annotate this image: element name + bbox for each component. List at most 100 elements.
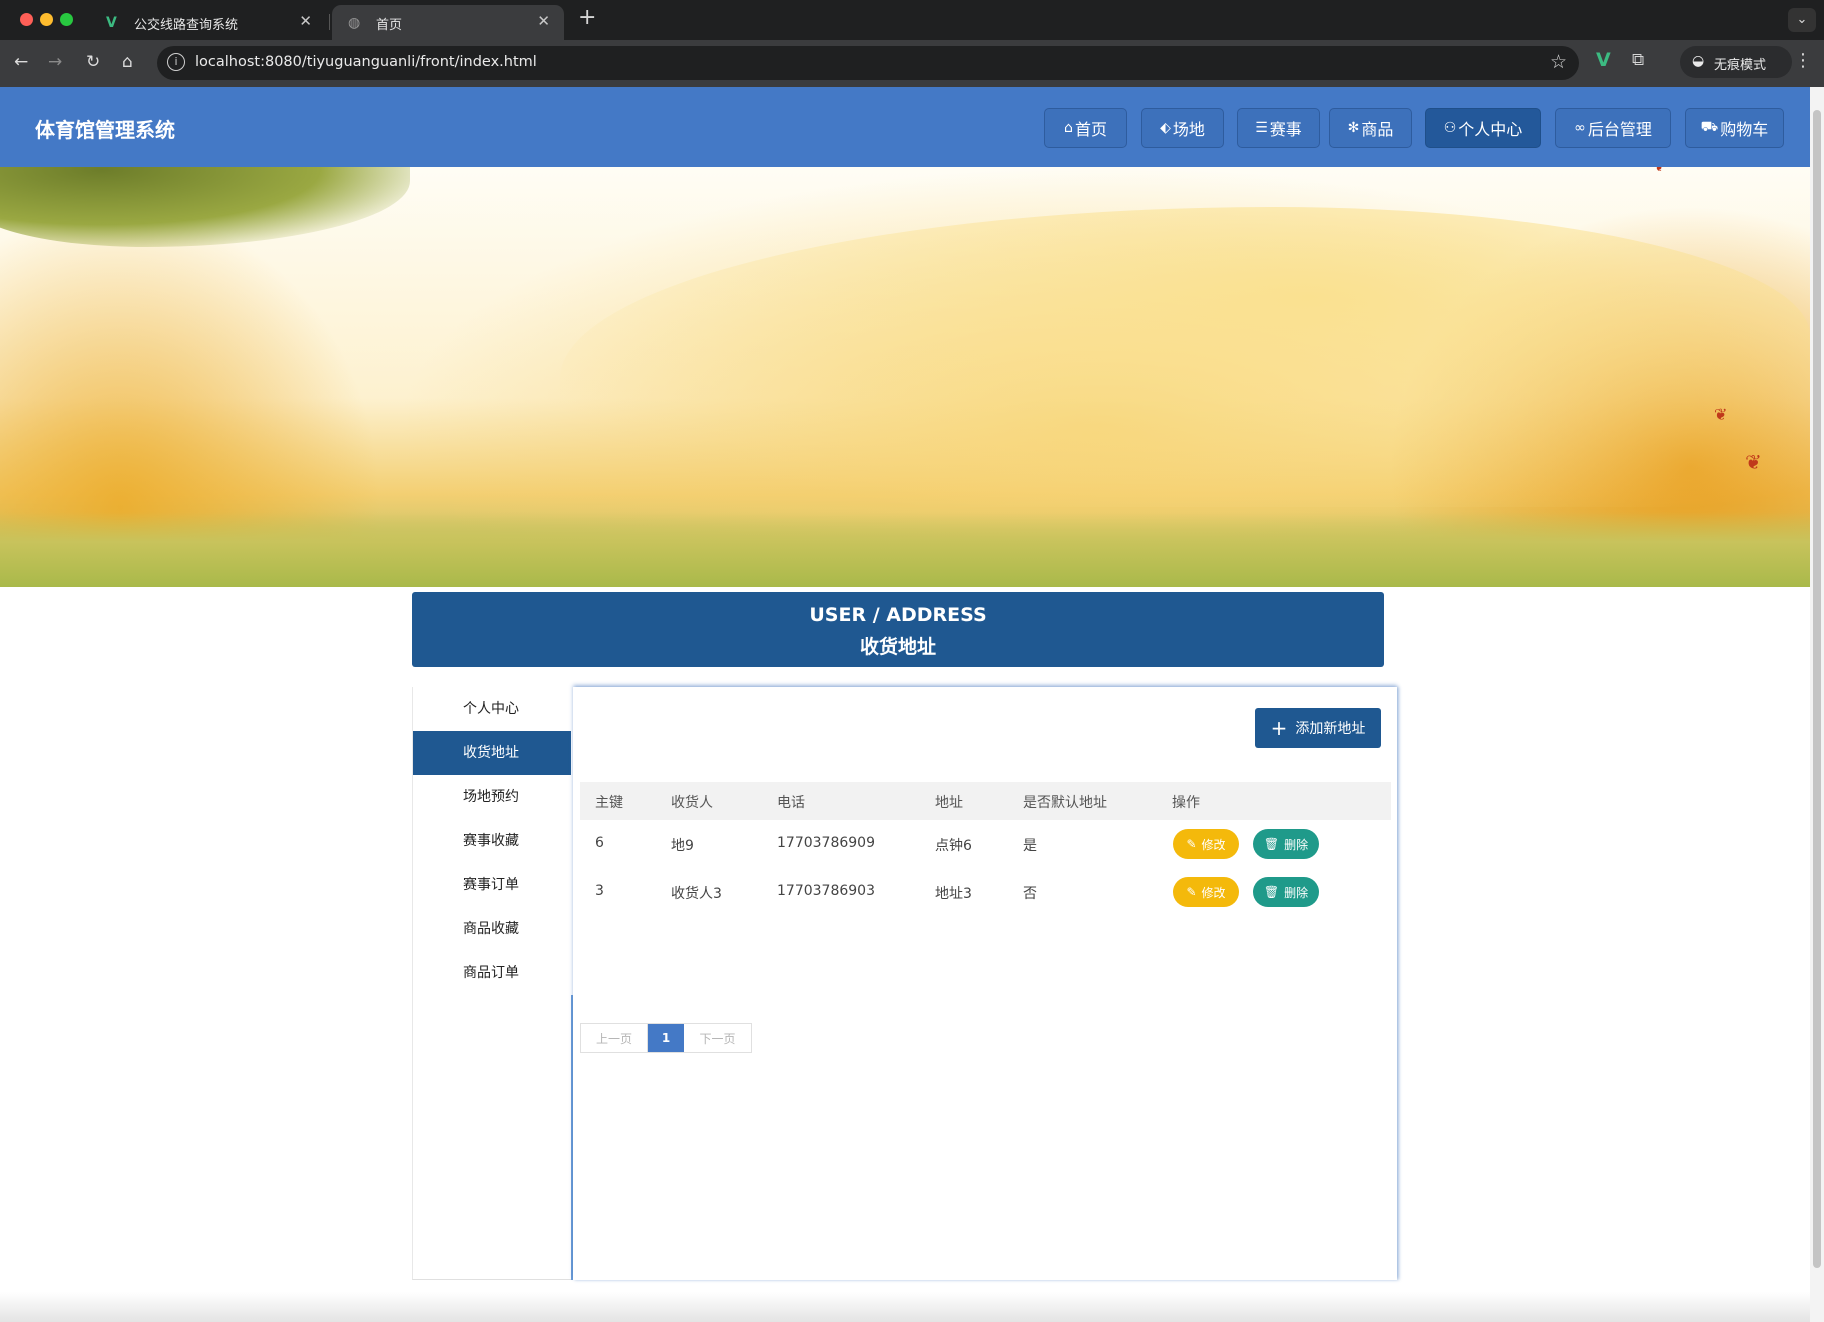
snowflake-icon: ✻ <box>1347 120 1360 136</box>
sidebar-item-product-orders[interactable]: 商品订单 <box>413 951 571 995</box>
close-window-button[interactable] <box>20 13 33 26</box>
nav-label: 购物车 <box>1720 120 1769 139</box>
nav-label: 后台管理 <box>1587 120 1652 139</box>
browser-tab-home[interactable]: ◍ 首页 ✕ <box>332 5 564 40</box>
nav-home[interactable]: ⌂ 首页 <box>1044 108 1127 148</box>
close-tab-icon[interactable]: ✕ <box>299 12 312 30</box>
bottom-shadow <box>0 1292 1810 1322</box>
nav-venue[interactable]: ⬖ 场地 <box>1141 108 1224 148</box>
site-info-icon[interactable]: i <box>167 53 185 71</box>
extensions-icon[interactable]: ⧉ <box>1632 50 1644 70</box>
nav-products[interactable]: ✻ 商品 <box>1329 108 1412 148</box>
page-title: USER / ADDRESS 收货地址 <box>412 592 1384 667</box>
plus-icon: + <box>1270 716 1288 740</box>
prev-page-button[interactable]: 上一页 <box>581 1024 648 1052</box>
pencil-icon: ✎ <box>1186 885 1197 899</box>
tab-search-button[interactable]: ⌄ <box>1788 8 1816 32</box>
sidebar-item-event-favorites[interactable]: 赛事收藏 <box>413 819 571 863</box>
cart-icon: ⛟ <box>1700 119 1719 135</box>
hero-banner[interactable]: ❦ ❦ ❦ <box>0 167 1810 587</box>
trash-icon: 🗑 <box>1263 885 1280 899</box>
tab-title: 首页 <box>376 18 403 33</box>
tag-icon: ⬖ <box>1160 120 1171 136</box>
pagination: 上一页 1 下一页 <box>580 1023 752 1053</box>
user-sidebar: 个人中心 收货地址 场地预约 赛事收藏 赛事订单 商品收藏 商品订单 <box>412 687 571 1280</box>
browser-tab-strip: V 公交线路查询系统 ✕ ◍ 首页 ✕ + ⌄ <box>0 0 1824 40</box>
maximize-window-button[interactable] <box>60 13 73 26</box>
nav-label: 个人中心 <box>1458 120 1523 139</box>
edit-button[interactable]: ✎ 修改 <box>1173 877 1239 907</box>
incognito-badge[interactable]: ◒ 无痕模式 <box>1680 46 1792 78</box>
edit-label: 修改 <box>1201 837 1226 852</box>
nav-events[interactable]: ☰ 赛事 <box>1237 108 1320 148</box>
cell-phone: 17703786903 <box>777 883 875 899</box>
sidebar-item-user-center[interactable]: 个人中心 <box>413 687 571 731</box>
home-icon[interactable]: ⌂ <box>122 52 133 72</box>
pencil-icon: ✎ <box>1186 837 1197 851</box>
add-address-button[interactable]: + 添加新地址 <box>1255 708 1381 748</box>
incognito-icon: ◒ <box>1692 53 1705 69</box>
forward-icon[interactable]: → <box>48 52 62 72</box>
tab-title: 公交线路查询系统 <box>134 18 239 33</box>
browser-toolbar: ← → ↻ ⌂ i localhost:8080/tiyuguanguanli/… <box>0 40 1824 87</box>
table-row: 3 收货人3 17703786903 地址3 否 ✎ 修改 🗑 删除 <box>580 868 1391 916</box>
cell-default: 否 <box>1023 886 1037 902</box>
browser-tab-bus[interactable]: V 公交线路查询系统 ✕ <box>90 5 326 40</box>
url-text[interactable]: localhost:8080/tiyuguanguanli/front/inde… <box>195 54 537 70</box>
sidebar-item-product-favorites[interactable]: 商品收藏 <box>413 907 571 951</box>
site-header: 体育馆管理系统 ⌂ 首页 ⬖ 场地 ☰ 赛事 ✻ 商品 ⚇ 个人中心 ∞ 后台管… <box>0 87 1810 167</box>
site-brand[interactable]: 体育馆管理系统 <box>35 114 175 143</box>
vue-devtools-icon[interactable]: V <box>1596 49 1611 71</box>
incognito-label: 无痕模式 <box>1714 58 1767 73</box>
edit-label: 修改 <box>1201 885 1226 900</box>
cell-id: 6 <box>595 835 604 851</box>
minimize-window-button[interactable] <box>40 13 53 26</box>
bookmark-star-icon[interactable]: ☆ <box>1550 51 1567 73</box>
nav-cart[interactable]: ⛟ 购物车 <box>1685 108 1784 148</box>
back-icon[interactable]: ← <box>14 52 28 72</box>
trash-icon: 🗑 <box>1263 837 1280 851</box>
nav-label: 商品 <box>1361 120 1394 139</box>
page-title-en: USER / ADDRESS <box>809 604 987 626</box>
nav-user-center[interactable]: ⚇ 个人中心 <box>1425 108 1541 148</box>
cell-default: 是 <box>1023 838 1037 854</box>
page-scrollbar-thumb[interactable] <box>1813 110 1821 1268</box>
cell-address: 点钟6 <box>935 838 972 854</box>
home-icon: ⌂ <box>1064 120 1073 136</box>
cell-id: 3 <box>595 883 604 899</box>
cell-name: 收货人3 <box>671 886 722 902</box>
cell-phone: 17703786909 <box>777 835 875 851</box>
column-header: 是否默认地址 <box>1023 795 1107 811</box>
close-tab-icon[interactable]: ✕ <box>537 12 550 30</box>
sidebar-item-event-orders[interactable]: 赛事订单 <box>413 863 571 907</box>
column-header: 主键 <box>595 795 623 811</box>
browser-menu-icon[interactable]: ⋮ <box>1794 50 1812 71</box>
nav-admin[interactable]: ∞ 后台管理 <box>1555 108 1671 148</box>
tab-divider <box>329 14 330 30</box>
reload-icon[interactable]: ↻ <box>86 52 100 72</box>
sidebar-item-address[interactable]: 收货地址 <box>413 731 571 775</box>
delete-label: 删除 <box>1284 837 1309 852</box>
table-header: 主键 收货人 电话 地址 是否默认地址 操作 <box>580 782 1391 820</box>
vue-icon: V <box>106 15 117 31</box>
next-page-button[interactable]: 下一页 <box>684 1024 751 1052</box>
column-header: 电话 <box>777 795 805 811</box>
nav-label: 首页 <box>1074 120 1107 139</box>
cell-address: 地址3 <box>935 886 972 902</box>
banner-grass <box>0 512 1810 587</box>
nav-label: 场地 <box>1172 120 1205 139</box>
sidebar-item-venue-booking[interactable]: 场地预约 <box>413 775 571 819</box>
column-header: 操作 <box>1172 795 1200 811</box>
current-page-button[interactable]: 1 <box>648 1024 684 1052</box>
leaf-icon: ❦ <box>1655 167 1664 174</box>
globe-icon: ◍ <box>348 15 361 31</box>
address-panel <box>573 687 1397 1280</box>
delete-button[interactable]: 🗑 删除 <box>1253 877 1319 907</box>
delete-button[interactable]: 🗑 删除 <box>1253 829 1319 859</box>
column-header: 收货人 <box>671 795 713 811</box>
sliders-icon: ☰ <box>1255 120 1268 136</box>
edit-button[interactable]: ✎ 修改 <box>1173 829 1239 859</box>
address-bar[interactable]: i localhost:8080/tiyuguanguanli/front/in… <box>157 46 1579 80</box>
new-tab-button[interactable]: + <box>578 5 596 30</box>
nav-label: 赛事 <box>1269 120 1302 139</box>
